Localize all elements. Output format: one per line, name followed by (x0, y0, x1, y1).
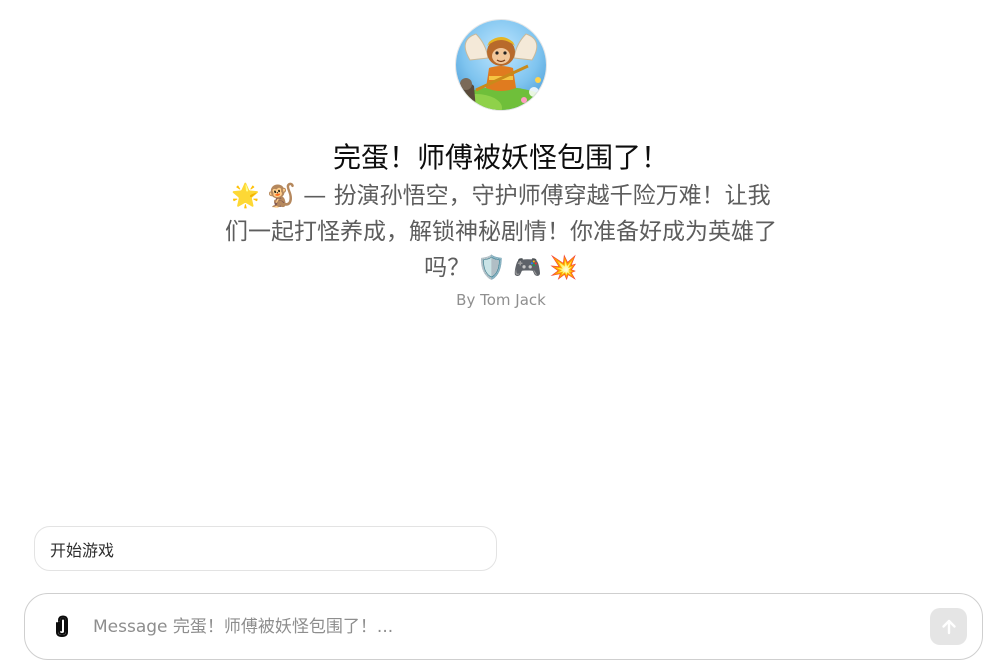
gpt-title: 完蛋！师傅被妖怪包围了！ (332, 141, 669, 174)
gpt-author: By Tom Jack (456, 291, 546, 309)
gpt-intro: 完蛋！师傅被妖怪包围了！ 🌟 🐒 — 扮演孙悟空，守护师傅穿越千险万难！让我们一… (0, 20, 1002, 310)
gpt-description: 🌟 🐒 — 扮演孙悟空，守护师傅穿越千险万难！让我们一起打怪养成，解锁神秘剧情！… (225, 183, 777, 281)
attach-button[interactable] (49, 614, 75, 640)
message-composer (24, 593, 983, 660)
gpt-avatar (456, 20, 546, 110)
paperclip-icon (56, 615, 68, 638)
gpt-chat-page: 完蛋！师傅被妖怪包围了！ 🌟 🐒 — 扮演孙悟空，守护师傅穿越千险万难！让我们一… (0, 0, 1002, 669)
message-input[interactable] (93, 612, 913, 642)
arrow-up-icon (941, 619, 956, 634)
send-button[interactable] (930, 608, 967, 645)
monkey-king-avatar-icon (456, 20, 546, 110)
conversation-starter-button[interactable]: 开始游戏 (34, 526, 497, 571)
